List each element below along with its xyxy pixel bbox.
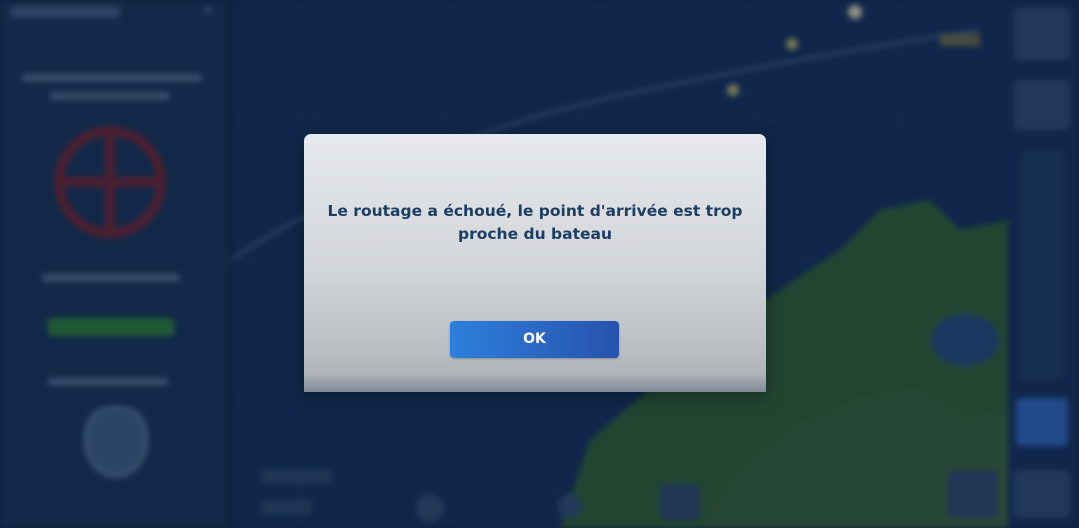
error-dialog: Le routage a échoué, le point d'arrivée …: [304, 134, 766, 392]
ok-button[interactable]: OK: [450, 321, 619, 358]
dialog-bottom-fade: [304, 374, 766, 392]
dialog-message: Le routage a échoué, le point d'arrivée …: [327, 202, 743, 243]
app-root: ✕ Le routage a échoué, le point d'arrivé…: [0, 0, 1079, 528]
